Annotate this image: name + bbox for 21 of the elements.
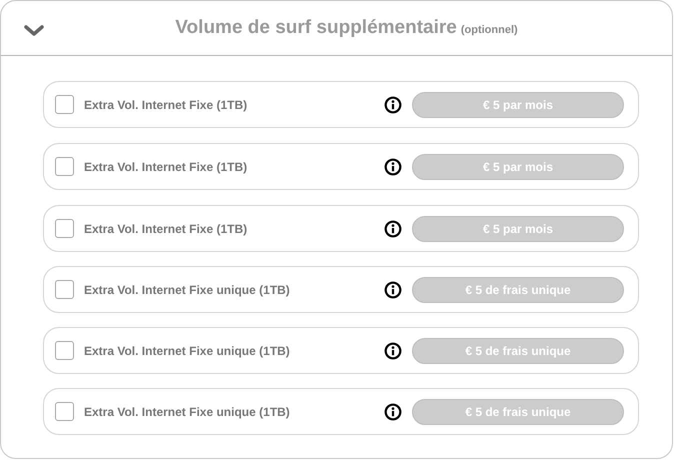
- checkbox[interactable]: [55, 280, 74, 299]
- option-label: Extra Vol. Internet Fixe (1TB): [84, 98, 248, 112]
- option-label: Extra Vol. Internet Fixe (1TB): [84, 222, 248, 236]
- checkbox[interactable]: [55, 95, 74, 114]
- checkbox[interactable]: [55, 157, 74, 176]
- option-label: Extra Vol. Internet Fixe unique (1TB): [84, 282, 291, 296]
- info-icon[interactable]: [384, 342, 402, 360]
- checkbox[interactable]: [55, 341, 74, 360]
- section-title: Volume de surf supplémentaire: [175, 17, 457, 39]
- option-label: Extra Vol. Internet Fixe unique (1TB): [84, 404, 291, 418]
- chevron-icon[interactable]: [24, 25, 44, 37]
- optional-note: (optionnel): [460, 24, 518, 36]
- info-icon[interactable]: [384, 280, 402, 298]
- option-label: Extra Vol. Internet Fixe (1TB): [84, 160, 248, 174]
- checkbox[interactable]: [55, 402, 74, 421]
- checkbox[interactable]: [55, 219, 74, 238]
- info-icon[interactable]: [384, 402, 402, 420]
- option-label: Extra Vol. Internet Fixe unique (1TB): [84, 344, 291, 358]
- info-icon[interactable]: [384, 158, 402, 176]
- info-icon[interactable]: [384, 96, 402, 114]
- info-icon[interactable]: [384, 220, 402, 238]
